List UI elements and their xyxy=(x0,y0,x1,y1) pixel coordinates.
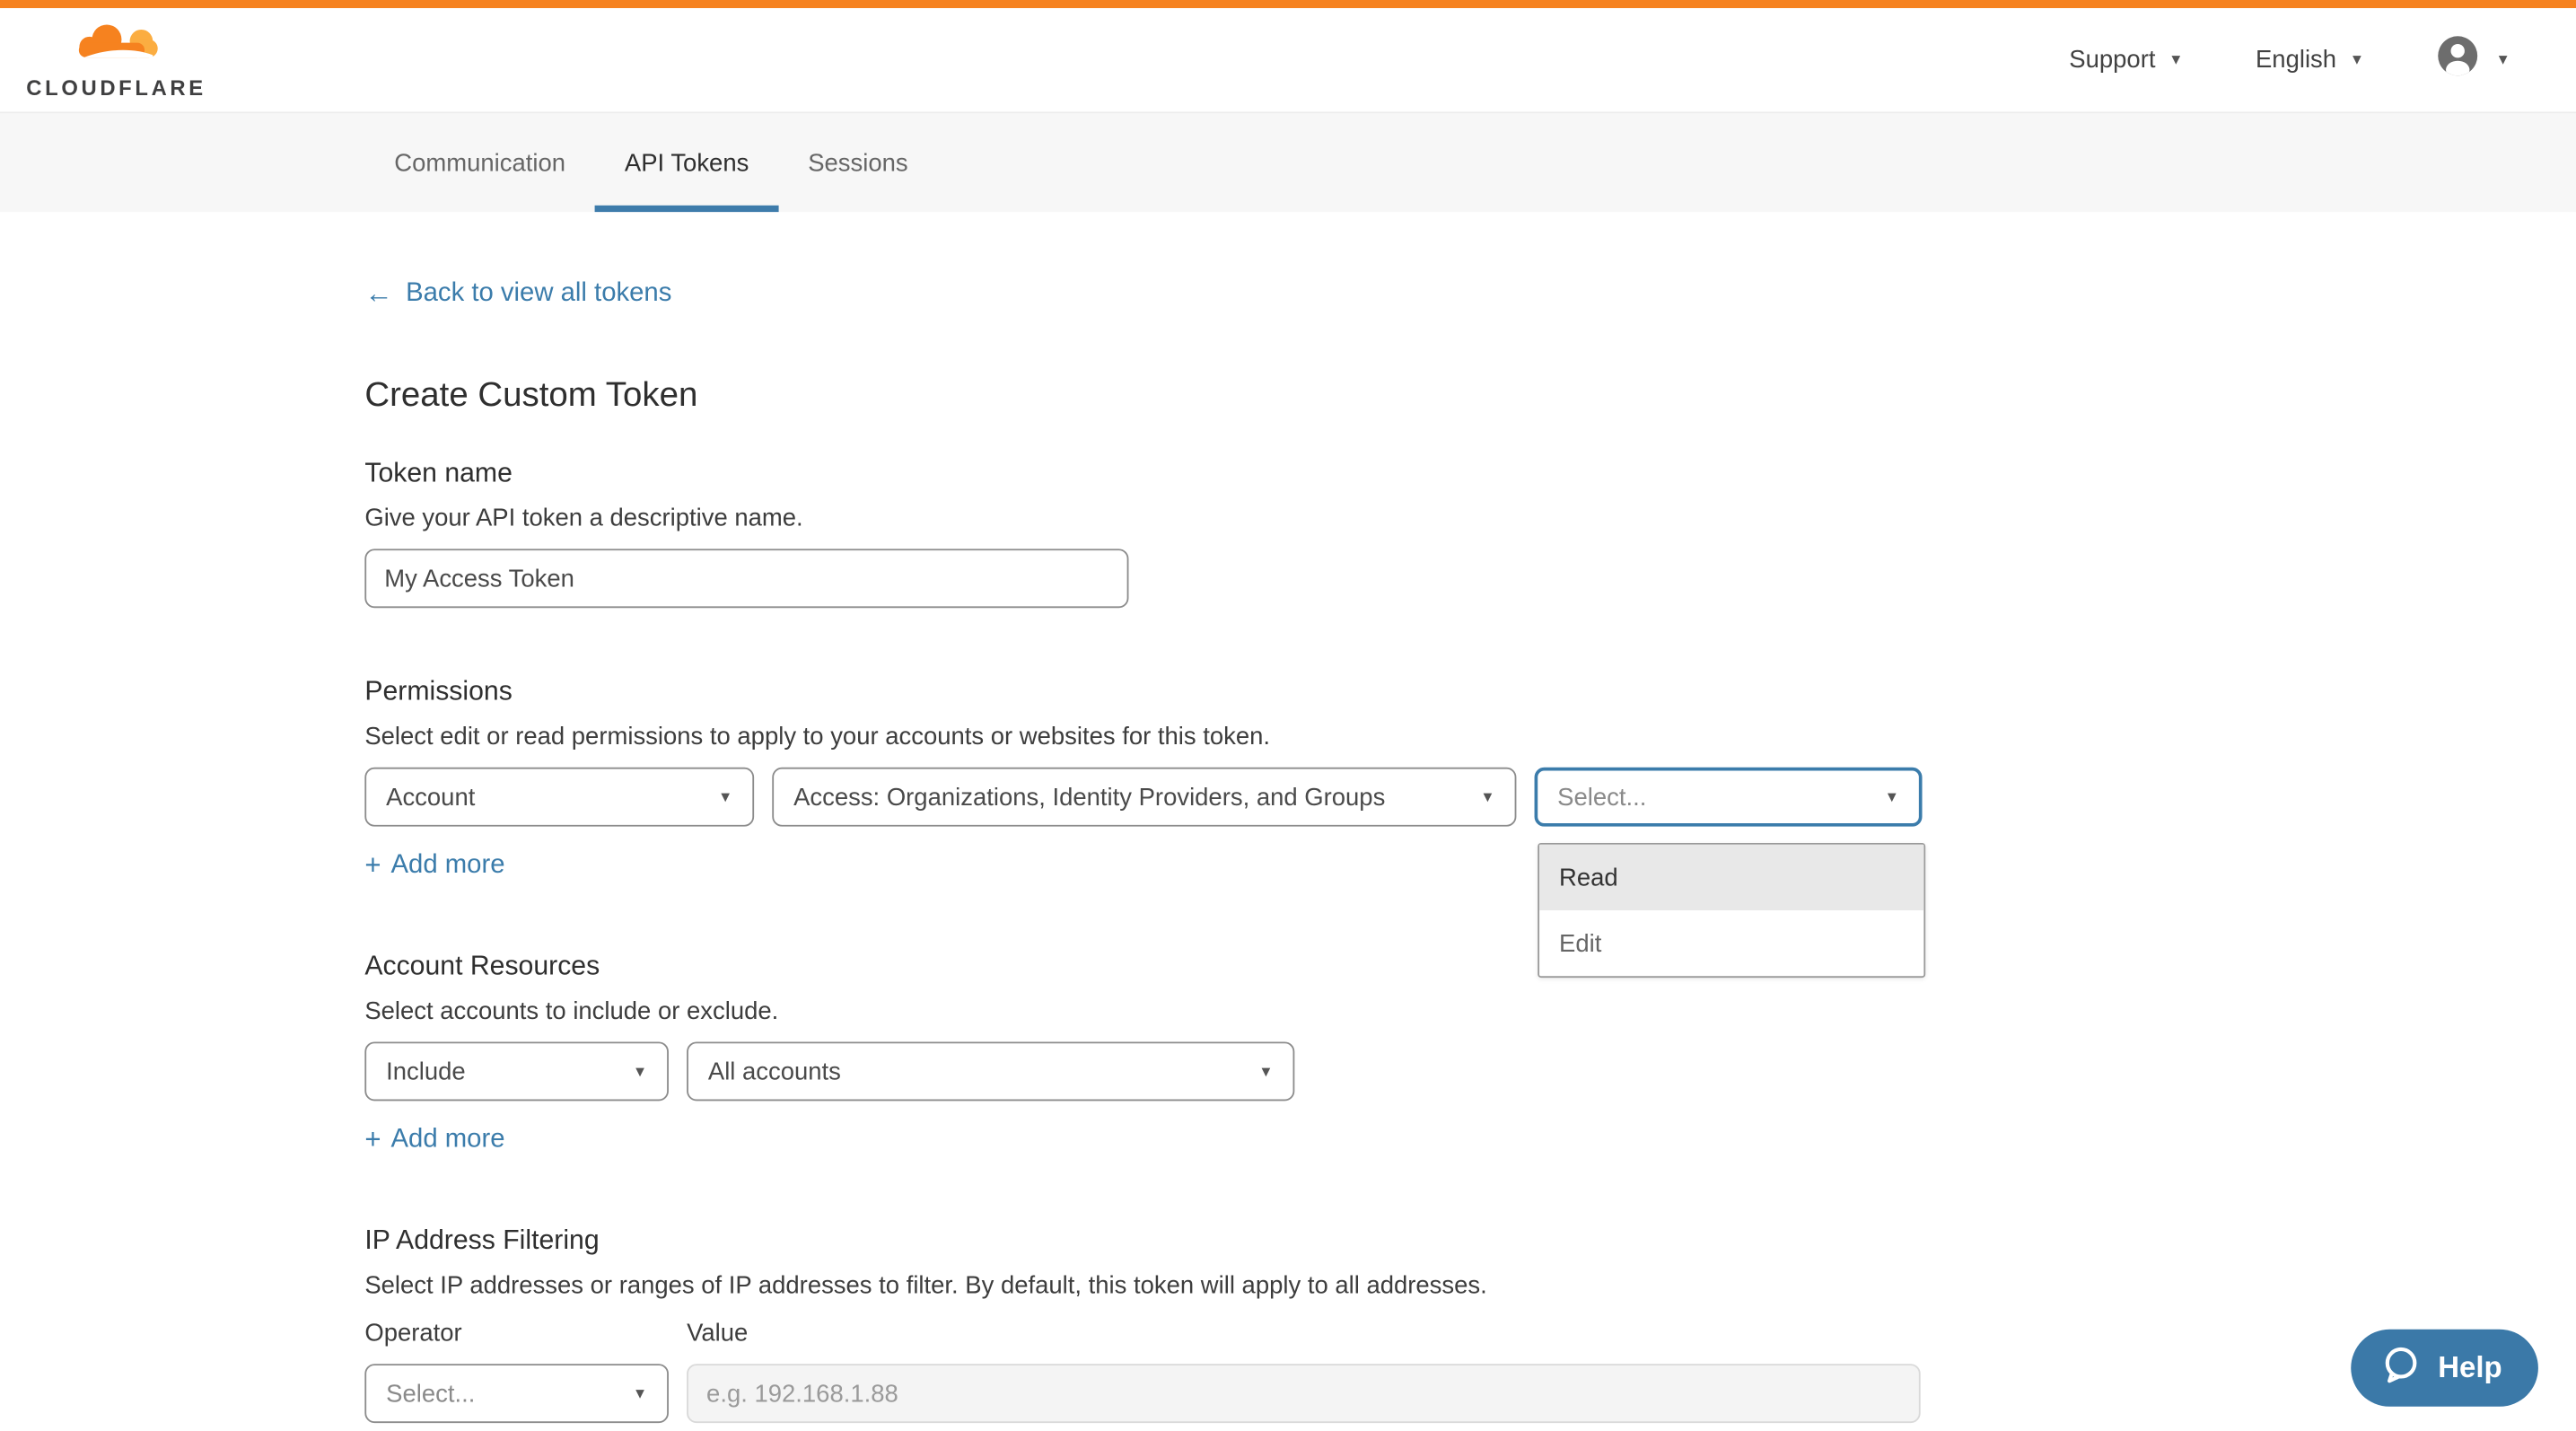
cloudflare-wordmark: CLOUDFLARE xyxy=(26,75,206,99)
header-nav: Support ▼ English ▼ xyxy=(2069,34,2510,85)
chevron-down-icon: ▼ xyxy=(718,789,732,803)
ip-value-input xyxy=(687,1364,1921,1423)
ip-filtering-labels: Operator Value xyxy=(364,1320,2576,1348)
permission-scope-select[interactable]: Select... ▼ xyxy=(1535,768,1923,827)
permission-scope-value: Select... xyxy=(1557,783,1646,811)
resource-accounts-select[interactable]: All accounts ▼ xyxy=(687,1041,1294,1101)
chevron-down-icon: ▼ xyxy=(633,1064,647,1078)
permission-resource-select[interactable]: Access: Organizations, Identity Provider… xyxy=(772,768,1516,827)
permissions-row: Account ▼ Access: Organizations, Identit… xyxy=(364,768,2576,827)
help-button[interactable]: Help xyxy=(2351,1330,2538,1407)
tab-bar: Communication API Tokens Sessions xyxy=(0,113,2576,212)
support-label: Support xyxy=(2069,46,2155,74)
token-name-input[interactable] xyxy=(364,549,1128,608)
resource-accounts-value: All accounts xyxy=(708,1058,841,1085)
operator-label: Operator xyxy=(364,1320,687,1348)
token-name-section: Token name Give your API token a descrip… xyxy=(364,459,2576,609)
tab-sessions[interactable]: Sessions xyxy=(778,113,937,212)
account-resources-section: Account Resources Select accounts to inc… xyxy=(364,952,2576,1157)
header: CLOUDFLARE Support ▼ English ▼ xyxy=(0,8,2576,113)
permission-category-value: Account xyxy=(386,783,475,811)
permission-resource-value: Access: Organizations, Identity Provider… xyxy=(793,783,1385,811)
account-resources-description: Select accounts to include or exclude. xyxy=(364,997,2576,1025)
account-resources-heading: Account Resources xyxy=(364,952,2576,983)
cloudflare-logo[interactable]: CLOUDFLARE xyxy=(26,21,206,100)
permission-scope-dropdown: Read Edit xyxy=(1538,843,1925,978)
account-menu[interactable]: ▼ xyxy=(2437,34,2510,85)
chevron-down-icon: ▼ xyxy=(1258,1064,1273,1078)
permissions-description: Select edit or read permissions to apply… xyxy=(364,723,2576,751)
permissions-section: Permissions Select edit or read permissi… xyxy=(364,677,2576,882)
tab-api-tokens[interactable]: API Tokens xyxy=(595,113,778,212)
account-resources-add-more-link[interactable]: + Add more xyxy=(364,1124,504,1157)
plus-icon: + xyxy=(364,1124,381,1157)
support-menu[interactable]: Support ▼ xyxy=(2069,46,2183,74)
page-title: Create Custom Token xyxy=(364,376,2576,416)
chevron-down-icon: ▼ xyxy=(2495,53,2510,67)
add-more-label: Add more xyxy=(391,851,505,881)
resource-mode-value: Include xyxy=(386,1058,466,1085)
token-name-heading: Token name xyxy=(364,459,2576,490)
plus-icon: + xyxy=(364,849,381,882)
chevron-down-icon: ▼ xyxy=(633,1386,647,1400)
back-arrow-icon: ← xyxy=(364,277,392,311)
ip-filtering-row: Select... ▼ xyxy=(364,1364,2576,1423)
permission-category-select[interactable]: Account ▼ xyxy=(364,768,754,827)
ip-filtering-description: Select IP addresses or ranges of IP addr… xyxy=(364,1272,2576,1300)
language-label: English xyxy=(2256,46,2336,74)
main-content: ← Back to view all tokens Create Custom … xyxy=(0,212,2576,1423)
tab-communication[interactable]: Communication xyxy=(364,113,595,212)
value-label: Value xyxy=(687,1320,748,1348)
cloudflare-cloud-icon xyxy=(67,21,166,74)
page: CLOUDFLARE Support ▼ English ▼ xyxy=(0,0,2576,1431)
ip-operator-select[interactable]: Select... ▼ xyxy=(364,1364,669,1423)
chevron-down-icon: ▼ xyxy=(1885,789,1899,803)
resource-mode-select[interactable]: Include ▼ xyxy=(364,1041,669,1101)
ip-filtering-section: IP Address Filtering Select IP addresses… xyxy=(364,1225,2576,1423)
avatar-icon xyxy=(2437,34,2480,85)
account-resources-row: Include ▼ All accounts ▼ xyxy=(364,1041,2576,1101)
chevron-down-icon: ▼ xyxy=(1480,789,1494,803)
ip-operator-value: Select... xyxy=(386,1380,475,1408)
back-link-label: Back to view all tokens xyxy=(406,279,671,309)
add-more-label: Add more xyxy=(391,1126,505,1155)
dropdown-option-read[interactable]: Read xyxy=(1539,845,1923,910)
language-menu[interactable]: English ▼ xyxy=(2256,46,2364,74)
back-to-tokens-link[interactable]: ← Back to view all tokens xyxy=(364,277,671,311)
chevron-down-icon: ▼ xyxy=(2350,53,2364,67)
permissions-add-more-link[interactable]: + Add more xyxy=(364,849,504,882)
permissions-heading: Permissions xyxy=(364,677,2576,708)
help-button-label: Help xyxy=(2438,1351,2502,1385)
chevron-down-icon: ▼ xyxy=(2169,53,2183,67)
token-name-description: Give your API token a descriptive name. xyxy=(364,505,2576,532)
top-accent-bar xyxy=(0,0,2576,8)
ip-filtering-heading: IP Address Filtering xyxy=(364,1225,2576,1257)
chat-bubble-icon xyxy=(2380,1343,2422,1392)
dropdown-option-edit[interactable]: Edit xyxy=(1539,910,1923,976)
